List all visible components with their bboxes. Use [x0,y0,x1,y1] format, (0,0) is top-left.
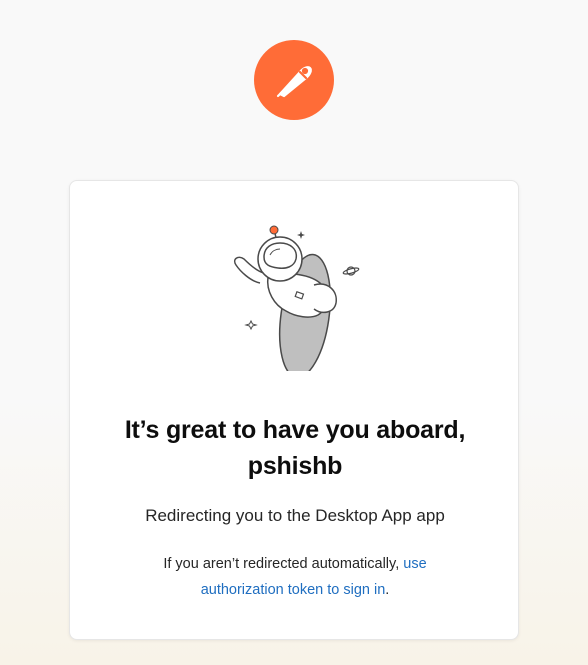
welcome-heading-line1: It’s great to have you aboard, [124,416,466,444]
welcome-heading: It’s great to have you aboard, pshishb [90,412,500,484]
username: pshishb [247,452,343,480]
rocket-icon [276,66,312,98]
fallback-end: . [385,582,390,598]
postman-logo-icon [254,40,334,120]
welcome-card: It’s great to have you aboard, pshishb R… [69,180,519,640]
fallback-message: If you aren’t redirected automatically, … [130,551,460,603]
redirect-message: Redirecting you to the Desktop App app [145,506,445,525]
astronaut-illustration [233,225,360,371]
fallback-text: If you aren’t redirected automatically, [163,556,404,572]
